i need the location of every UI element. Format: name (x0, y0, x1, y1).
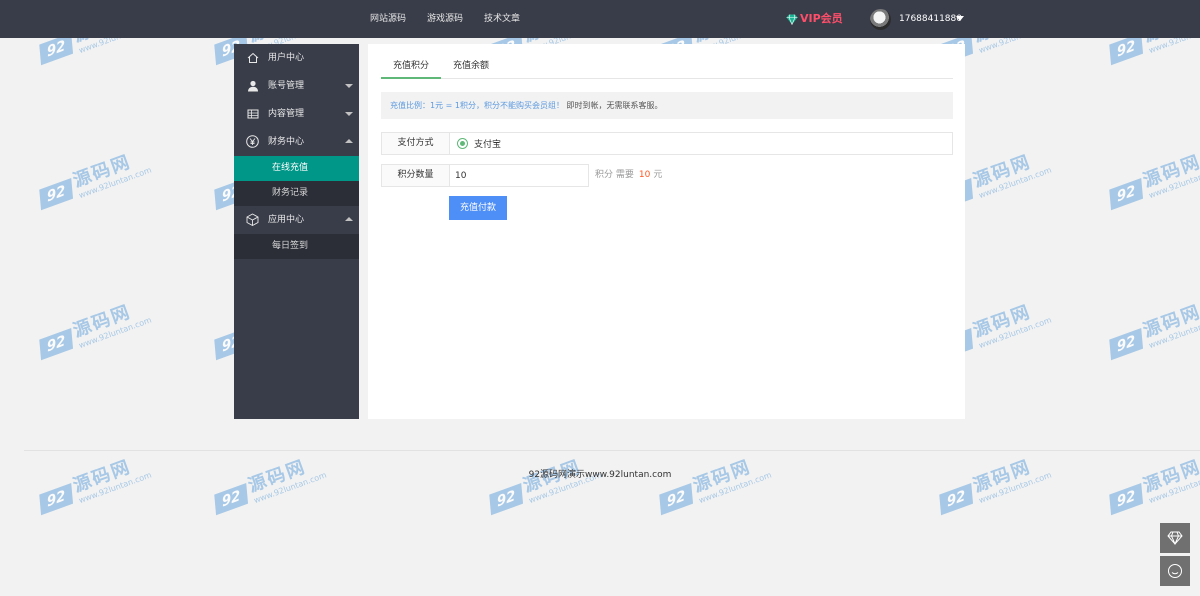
price-unit: 元 (653, 170, 663, 180)
diamond-icon (786, 13, 798, 25)
username[interactable]: 17688411880 (899, 0, 962, 38)
chat-float-button[interactable] (1160, 556, 1190, 586)
watermark-logo: 92源码网www.92luntan.com (1105, 297, 1200, 363)
notice-instant: 即时到帐，无需联系客服。 (566, 101, 663, 110)
sidebar-item-online-recharge[interactable]: 在线充值 (234, 156, 359, 181)
tab-recharge-balance[interactable]: 充值余额 (441, 55, 501, 79)
sidebar-item-label: 内容管理 (268, 109, 305, 119)
sidebar-item-label: 应用中心 (268, 215, 305, 225)
watermark-logo: 92源码网www.92luntan.com (1105, 147, 1200, 213)
need-label: 需要 (615, 170, 634, 180)
payment-options: 支付宝 (450, 132, 953, 155)
nav-tech-articles[interactable]: 技术文章 (474, 0, 530, 38)
chevron-down-icon (345, 112, 353, 116)
sidebar-item-finance[interactable]: 财务中心 (234, 128, 359, 156)
tab-recharge-points[interactable]: 充值积分 (381, 55, 442, 79)
cube-icon (246, 213, 259, 226)
yen-icon (246, 135, 259, 148)
recharge-notice: 充值比例：1元 = 1积分，积分不能购买会员组！ 即时到帐，无需联系客服。 (381, 92, 953, 119)
sidebar-item-label: 财务中心 (268, 137, 305, 147)
price-value: 10 (638, 170, 651, 180)
watermark-logo: 92源码网www.92luntan.com (935, 452, 1053, 518)
home-icon (246, 51, 259, 64)
apps-submenu: 每日签到 (234, 234, 359, 259)
vip-float-button[interactable] (1160, 523, 1190, 553)
notice-ratio: 充值比例：1元 = 1积分，积分不能购买会员组！ (390, 101, 564, 110)
user-icon (246, 79, 259, 92)
caret-down-icon[interactable] (956, 16, 964, 21)
sidebar-item-daily-checkin[interactable]: 每日签到 (234, 234, 359, 259)
chevron-up-icon (345, 217, 353, 221)
sidebar-item-account[interactable]: 账号管理 (234, 72, 359, 100)
watermark-logo: 92源码网www.92luntan.com (1105, 452, 1200, 518)
sidebar-item-finance-records[interactable]: 财务记录 (234, 181, 359, 206)
sidebar: 用户中心 账号管理 内容管理 财务中心 在线充值 财务记录 应用中心 每日签到 (234, 44, 359, 419)
points-amount-label: 积分数量 (381, 164, 450, 187)
sidebar-item-label: 账号管理 (268, 81, 305, 91)
alipay-radio[interactable] (457, 138, 468, 149)
grid-icon (246, 107, 259, 120)
diamond-icon (1167, 531, 1183, 545)
watermark-logo: 92源码网www.92luntan.com (35, 297, 153, 363)
tab-bar: 充值积分 充值余额 (381, 55, 953, 79)
nav-website-source[interactable]: 网站源码 (360, 0, 416, 38)
sidebar-item-label: 用户中心 (268, 53, 305, 63)
footer-divider (24, 450, 1200, 451)
footer-copyright: 92源码网演示www.92luntan.com (528, 470, 672, 480)
pay-button[interactable]: 充值付款 (449, 196, 507, 220)
payment-method-row: 支付方式 支付宝 (381, 132, 953, 155)
alipay-label[interactable]: 支付宝 (474, 137, 501, 150)
vip-label: VIP会员 (800, 12, 843, 25)
chevron-down-icon (345, 84, 353, 88)
vip-link[interactable]: VIP会员 (786, 11, 843, 27)
points-summary: 积分 需要 10 元 (595, 164, 662, 187)
top-navbar: 网站源码 游戏源码 技术文章 VIP会员 17688411880 (0, 0, 1200, 38)
watermark-logo: 92源码网www.92luntan.com (485, 452, 603, 518)
sidebar-item-apps[interactable]: 应用中心 (234, 206, 359, 234)
sidebar-item-user-center[interactable]: 用户中心 (234, 44, 359, 72)
watermark-logo: 92源码网www.92luntan.com (655, 452, 773, 518)
chevron-up-icon (345, 139, 353, 143)
top-nav: 网站源码 游戏源码 技术文章 (360, 0, 531, 38)
payment-method-label: 支付方式 (381, 132, 450, 155)
nav-game-source[interactable]: 游戏源码 (417, 0, 473, 38)
watermark-logo: 92源码网www.92luntan.com (35, 147, 153, 213)
recharge-panel: 充值积分 充值余额 充值比例：1元 = 1积分，积分不能购买会员组！ 即时到帐，… (368, 44, 965, 419)
sidebar-item-content[interactable]: 内容管理 (234, 100, 359, 128)
watermark-logo: 92源码网www.92luntan.com (210, 452, 328, 518)
points-amount-input[interactable] (450, 164, 589, 187)
points-unit: 积分 (595, 170, 614, 180)
points-amount-row: 积分数量 积分 需要 10元 (381, 164, 662, 187)
watermark-logo: 92源码网www.92luntan.com (35, 452, 153, 518)
smile-icon (1168, 564, 1182, 578)
avatar[interactable] (870, 9, 891, 30)
finance-submenu: 在线充值 财务记录 (234, 156, 359, 206)
